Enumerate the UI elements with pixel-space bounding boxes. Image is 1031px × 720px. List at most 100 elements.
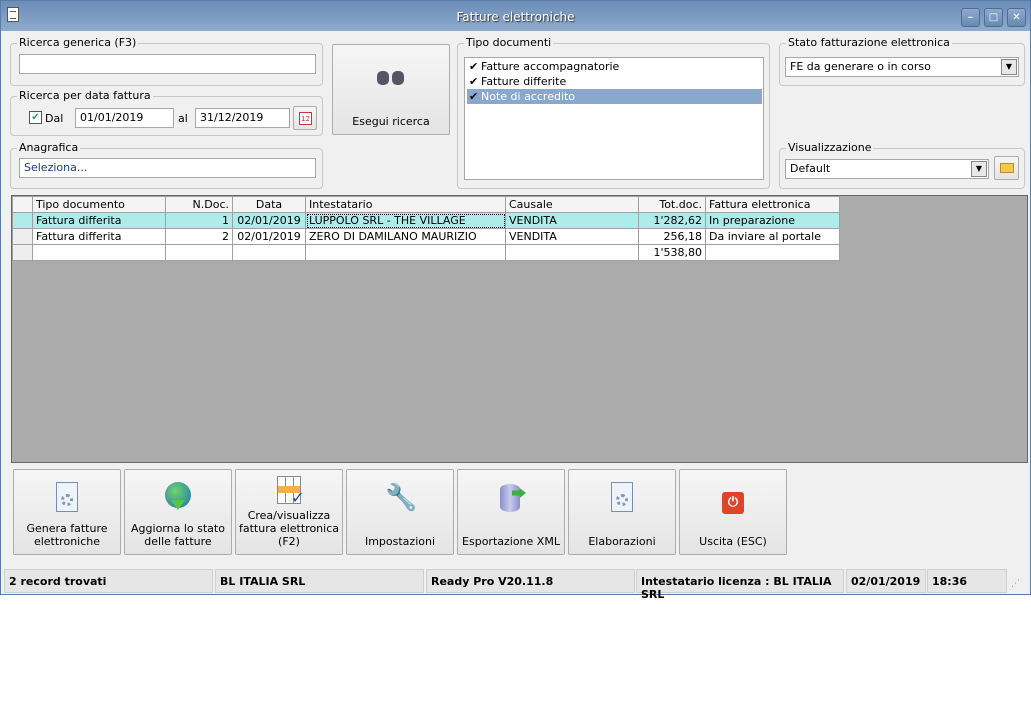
search-button[interactable]: Esegui ricerca <box>332 44 450 135</box>
button-label: Esportazione XML <box>462 535 560 548</box>
date-search-label: Ricerca per data fattura <box>17 89 153 102</box>
elaborazioni-button[interactable]: Elaborazioni <box>568 469 676 555</box>
cell: 02/01/2019 <box>232 212 306 229</box>
checkbox[interactable]: ✔ <box>469 74 478 89</box>
table-header: Tipo documento N.Doc. Data Intestatario … <box>12 196 840 213</box>
button-label: Genera fatture elettroniche <box>26 522 108 548</box>
binoculars-icon <box>375 67 407 87</box>
dal-label: Dal <box>45 112 64 125</box>
table-row[interactable]: Fattura differita 1 02/01/2019 LUPPOLO S… <box>12 212 840 229</box>
stato-select[interactable]: FE da generare o in corso ▼ <box>785 57 1019 77</box>
generic-search-input[interactable] <box>19 54 316 74</box>
genera-fatture-button[interactable]: Genera fatture elettroniche <box>13 469 121 555</box>
cell: Fattura differita <box>32 228 166 245</box>
stato-label: Stato fatturazione elettronica <box>786 36 952 49</box>
date-from-input[interactable]: 01/01/2019 <box>75 108 174 128</box>
cell: VENDITA <box>505 228 639 245</box>
stato-value: FE da generare o in corso <box>790 60 931 73</box>
results-table: Tipo documento N.Doc. Data Intestatario … <box>12 196 840 261</box>
globe-download-icon <box>163 482 193 514</box>
title-bar: Fatture elettroniche – □ ✕ <box>1 1 1030 31</box>
cell: VENDITA <box>505 212 639 229</box>
close-button[interactable]: ✕ <box>1007 8 1026 27</box>
cell: 1'282,62 <box>638 212 706 229</box>
power-icon: ⏻ <box>722 492 744 514</box>
cell: 256,18 <box>638 228 706 245</box>
item-label: Fatture differite <box>481 75 567 88</box>
status-time: 18:36 <box>927 569 1007 593</box>
checkbox[interactable]: ✔ <box>469 89 478 104</box>
list-item[interactable]: ✔ Fatture accompagnatorie <box>467 59 762 74</box>
total-row: 1'538,80 <box>12 244 840 261</box>
generic-search-label: Ricerca generica (F3) <box>17 36 139 49</box>
cell: 02/01/2019 <box>232 228 306 245</box>
results-grid: Tipo documento N.Doc. Data Intestatario … <box>11 195 1028 463</box>
col-tipo[interactable]: Tipo documento <box>32 196 166 213</box>
row-header[interactable] <box>12 228 33 245</box>
calendar-icon: 12 <box>299 112 312 125</box>
col-totdoc[interactable]: Tot.doc. <box>638 196 706 213</box>
main-window: Fatture elettroniche – □ ✕ Ricerca gener… <box>0 0 1031 601</box>
cell: LUPPOLO SRL - THE VILLAGE <box>305 212 506 229</box>
status-version: Ready Pro V20.11.8 <box>426 569 635 593</box>
button-label: Elaborazioni <box>588 535 656 548</box>
dal-checkbox[interactable]: ✔ <box>29 111 42 124</box>
row-header <box>12 196 33 213</box>
col-intestatario[interactable]: Intestatario <box>305 196 506 213</box>
col-fattura-elettronica[interactable]: Fattura elettronica <box>705 196 840 213</box>
impostazioni-button[interactable]: 🔧 Impostazioni <box>346 469 454 555</box>
aggiorna-stato-button[interactable]: Aggiorna lo stato delle fatture <box>124 469 232 555</box>
chevron-down-icon[interactable]: ▼ <box>1001 59 1017 75</box>
status-company: BL ITALIA SRL <box>215 569 424 593</box>
date-to-input[interactable]: 31/12/2019 <box>195 108 290 128</box>
button-label: Uscita (ESC) <box>699 535 767 548</box>
cell: ZERO DI DAMILANO MAURIZIO <box>305 228 506 245</box>
crea-visualizza-button[interactable]: ✓ Crea/visualizza fattura elettronica (F… <box>235 469 343 555</box>
visualizzazione-value: Default <box>790 162 831 175</box>
visualizzazione-select[interactable]: Default ▼ <box>785 159 989 179</box>
table-check-icon: ✓ <box>274 476 304 508</box>
window-title: Fatture elettroniche <box>456 10 575 24</box>
esportazione-xml-button[interactable]: Esportazione XML <box>457 469 565 555</box>
button-label: Aggiorna lo stato delle fatture <box>131 522 225 548</box>
checkbox[interactable]: ✔ <box>469 59 478 74</box>
button-label: Impostazioni <box>364 535 436 548</box>
calendar-button[interactable]: 12 <box>293 106 317 130</box>
list-item[interactable]: ✔ Fatture differite <box>467 74 762 89</box>
table-row[interactable]: Fattura differita 2 02/01/2019 ZERO DI D… <box>12 228 840 245</box>
folder-icon <box>1000 163 1014 173</box>
uscita-button[interactable]: ⏻ Uscita (ESC) <box>679 469 787 555</box>
maximize-button[interactable]: □ <box>984 8 1003 27</box>
wrench-icon: 🔧 <box>385 483 418 513</box>
anagrafica-label: Anagrafica <box>17 141 81 154</box>
al-label: al <box>178 112 188 125</box>
cell: Fattura differita <box>32 212 166 229</box>
document-gear-icon <box>607 482 637 514</box>
cell: In preparazione <box>705 212 840 229</box>
col-ndoc[interactable]: N.Doc. <box>165 196 233 213</box>
anagrafica-input[interactable]: Seleziona... <box>19 158 316 178</box>
row-header <box>12 244 33 261</box>
document-gear-icon <box>52 482 82 514</box>
status-date: 02/01/2019 <box>846 569 926 593</box>
button-label: Crea/visualizza fattura elettronica (F2) <box>238 509 339 548</box>
status-license: Intestatario licenza : BL ITALIA SRL <box>636 569 844 601</box>
chevron-down-icon[interactable]: ▼ <box>971 161 987 177</box>
search-button-label: Esegui ricerca <box>352 115 430 128</box>
list-item[interactable]: ✔ Note di accredito <box>467 89 762 104</box>
cell: 1 <box>165 212 233 229</box>
total-value: 1'538,80 <box>638 244 706 261</box>
cell: Da inviare al portale <box>705 228 840 245</box>
resize-grip-icon[interactable]: ⋰ <box>1011 579 1020 589</box>
open-folder-button[interactable] <box>994 156 1019 180</box>
tipo-documenti-list: ✔ Fatture accompagnatorie ✔ Fatture differ… <box>464 57 764 180</box>
visualizzazione-label: Visualizzazione <box>786 141 874 154</box>
item-label: Note di accredito <box>481 90 576 103</box>
cell: 2 <box>165 228 233 245</box>
col-causale[interactable]: Causale <box>505 196 639 213</box>
minimize-button[interactable]: – <box>961 8 980 27</box>
col-data[interactable]: Data <box>232 196 306 213</box>
item-label: Fatture accompagnatorie <box>481 60 620 73</box>
row-header[interactable] <box>12 212 33 229</box>
status-records: 2 record trovati <box>4 569 213 593</box>
